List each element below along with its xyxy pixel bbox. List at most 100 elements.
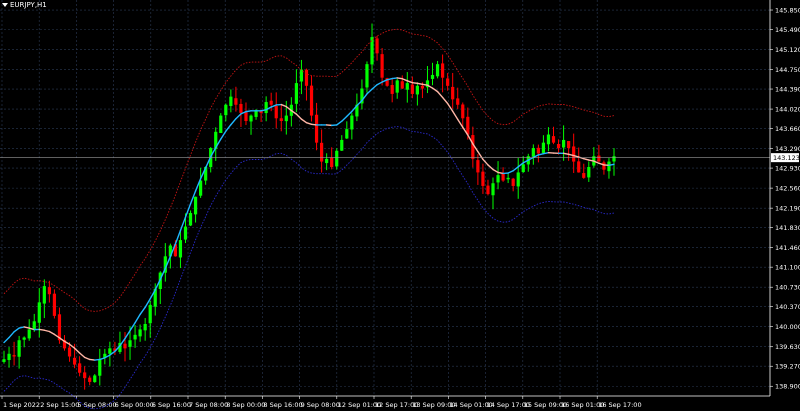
candle-body bbox=[446, 78, 450, 86]
ma-segment bbox=[537, 152, 545, 156]
chart-window[interactable]: 145.850 145.490 145.120 144.750 144.390 144.0… bbox=[0, 0, 800, 411]
symbol-label: EURJPY,H1 bbox=[2, 1, 47, 9]
ma-segment bbox=[245, 110, 252, 113]
candle-body bbox=[380, 54, 384, 78]
ma-segment bbox=[421, 83, 429, 86]
candle-body bbox=[451, 86, 455, 100]
ma-segment bbox=[78, 352, 86, 359]
ma-segment bbox=[94, 358, 101, 361]
ma-segment bbox=[406, 80, 414, 84]
x-tick-label: 16 Sep 17:00 bbox=[598, 401, 641, 409]
candle-body bbox=[93, 375, 97, 383]
ma-segment bbox=[376, 81, 383, 86]
candle-body bbox=[2, 359, 6, 362]
candle-body bbox=[98, 359, 102, 376]
ma-segment bbox=[451, 110, 459, 121]
candle-body bbox=[37, 302, 41, 323]
candle-body bbox=[541, 142, 546, 153]
ma-segment bbox=[487, 164, 494, 171]
ma-segment bbox=[336, 120, 343, 126]
candle-body bbox=[435, 64, 440, 77]
candle-body bbox=[567, 141, 571, 149]
candle-body bbox=[108, 348, 112, 354]
ma-segment bbox=[431, 87, 439, 93]
candle-body bbox=[607, 161, 611, 172]
ma-segment bbox=[3, 336, 10, 344]
ma-segment bbox=[38, 328, 46, 331]
ma-segment bbox=[396, 77, 403, 80]
candle-body bbox=[395, 80, 399, 93]
candle-body bbox=[511, 178, 515, 186]
candle-body bbox=[330, 157, 334, 168]
candle-body bbox=[32, 321, 36, 330]
candle-body bbox=[325, 158, 329, 164]
candle-body bbox=[476, 160, 480, 173]
y-tick-label: 140.370 bbox=[775, 303, 800, 311]
candle-body bbox=[345, 129, 349, 139]
candle-body bbox=[350, 115, 354, 130]
candle-body bbox=[577, 161, 581, 173]
candle-body bbox=[52, 293, 57, 316]
candle-body bbox=[516, 172, 520, 187]
ma-segment bbox=[280, 103, 288, 108]
ma-segment bbox=[23, 326, 30, 329]
candle-body bbox=[405, 83, 409, 90]
candle-body bbox=[536, 147, 540, 154]
candle-body bbox=[128, 340, 132, 347]
candle-body bbox=[193, 196, 198, 215]
ma-segment bbox=[129, 322, 136, 332]
candle-body bbox=[466, 116, 470, 135]
ma-segment bbox=[512, 166, 519, 172]
ma-segment bbox=[225, 124, 232, 132]
candle-body bbox=[78, 363, 82, 373]
ma-segment bbox=[411, 81, 419, 85]
candle-body bbox=[340, 139, 344, 151]
candle-body bbox=[506, 177, 510, 180]
y-tick-label: 144.390 bbox=[775, 85, 800, 93]
candle-body bbox=[7, 353, 11, 361]
ma-segment bbox=[583, 157, 590, 161]
ma-segment bbox=[492, 168, 499, 174]
y-tick-label: 142.930 bbox=[775, 164, 800, 172]
ma-segment bbox=[497, 171, 504, 175]
ma-segment bbox=[305, 121, 313, 126]
candle-body bbox=[587, 167, 591, 178]
ma-segment bbox=[8, 331, 15, 339]
x-tick-label: 2 Sep 15:00 bbox=[40, 401, 79, 409]
y-tick-label: 145.490 bbox=[775, 26, 800, 34]
candle-body bbox=[461, 104, 465, 119]
y-tick-label: 140.730 bbox=[775, 283, 800, 291]
candle-body bbox=[219, 115, 223, 133]
candle-body bbox=[244, 112, 248, 121]
candle-body bbox=[183, 226, 188, 240]
symbol-text: EURJPY,H1 bbox=[10, 1, 47, 9]
candle-body bbox=[546, 134, 551, 145]
candle-body bbox=[501, 173, 505, 181]
candle-body bbox=[148, 305, 152, 324]
candle-body bbox=[572, 146, 576, 162]
candle-body bbox=[375, 38, 379, 54]
candle-body bbox=[612, 156, 616, 162]
ma-segment bbox=[18, 326, 25, 329]
ma-segment bbox=[134, 313, 141, 324]
y-tick-label: 139.630 bbox=[775, 343, 800, 351]
candle-body bbox=[83, 372, 87, 379]
ma-segment bbox=[99, 357, 106, 361]
candle-body bbox=[309, 85, 314, 116]
y-tick-label: 139.270 bbox=[775, 363, 800, 371]
candle-body bbox=[582, 173, 586, 178]
y-tick-label: 144.750 bbox=[775, 66, 800, 74]
candle-body bbox=[178, 240, 183, 258]
candle-body bbox=[471, 135, 475, 159]
ma-segment bbox=[416, 82, 424, 86]
candle-body bbox=[229, 96, 233, 107]
candle-body bbox=[224, 104, 228, 116]
candle-body bbox=[410, 84, 414, 94]
y-tick-label: 142.560 bbox=[775, 184, 800, 192]
candlestick-chart[interactable]: 145.850 145.490 145.120 144.750 144.390 144.0… bbox=[0, 0, 800, 411]
current-price-label: 143.123 bbox=[773, 154, 800, 162]
ma-segment bbox=[457, 118, 464, 128]
ma-segment bbox=[139, 306, 146, 316]
candle-body bbox=[597, 155, 601, 162]
ma-segment bbox=[295, 113, 303, 120]
